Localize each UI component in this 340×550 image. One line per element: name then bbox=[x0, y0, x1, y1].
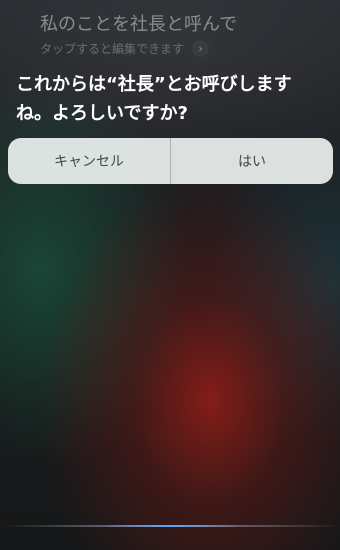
chevron-right-icon: › bbox=[192, 40, 210, 57]
siri-response-text: これからは“社長”とお呼びしますね。よろしいですか? bbox=[16, 74, 292, 124]
confirm-button[interactable]: はい bbox=[171, 138, 333, 184]
spoken-query-text[interactable]: 私のことを社長と呼んで bbox=[40, 10, 237, 36]
cancel-button[interactable]: キャンセル bbox=[8, 138, 170, 184]
edit-hint[interactable]: タップすると編集できます › bbox=[40, 40, 210, 57]
siri-waveform bbox=[0, 525, 340, 527]
confirmation-buttons: キャンセル はい bbox=[8, 138, 333, 184]
edit-hint-label: タップすると編集できます bbox=[40, 42, 185, 56]
